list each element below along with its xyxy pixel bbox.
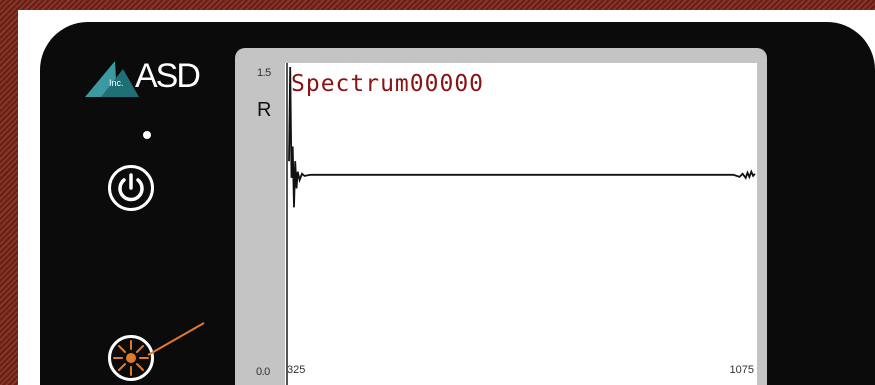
spectrum-chart	[286, 63, 756, 385]
power-icon	[118, 173, 144, 202]
laser-icon	[113, 340, 149, 376]
y-axis-max-label: 1.5	[257, 67, 271, 79]
brand-name: ASD	[135, 57, 201, 95]
spectrum-plot: Spectrum00000 325 1075	[285, 63, 757, 385]
brand-suffix: Inc.	[109, 78, 124, 88]
x-axis-min-label: 325	[287, 364, 306, 376]
status-led-icon	[143, 131, 151, 139]
y-axis-min-label: 0.0	[256, 366, 270, 378]
spectrum-title: Spectrum00000	[291, 71, 485, 97]
y-axis-label: R	[257, 99, 272, 121]
laser-button[interactable]	[108, 335, 154, 381]
x-axis-max-label: 1075	[729, 364, 754, 376]
power-button[interactable]	[108, 165, 154, 211]
asd-logo: ASD	[83, 55, 201, 101]
